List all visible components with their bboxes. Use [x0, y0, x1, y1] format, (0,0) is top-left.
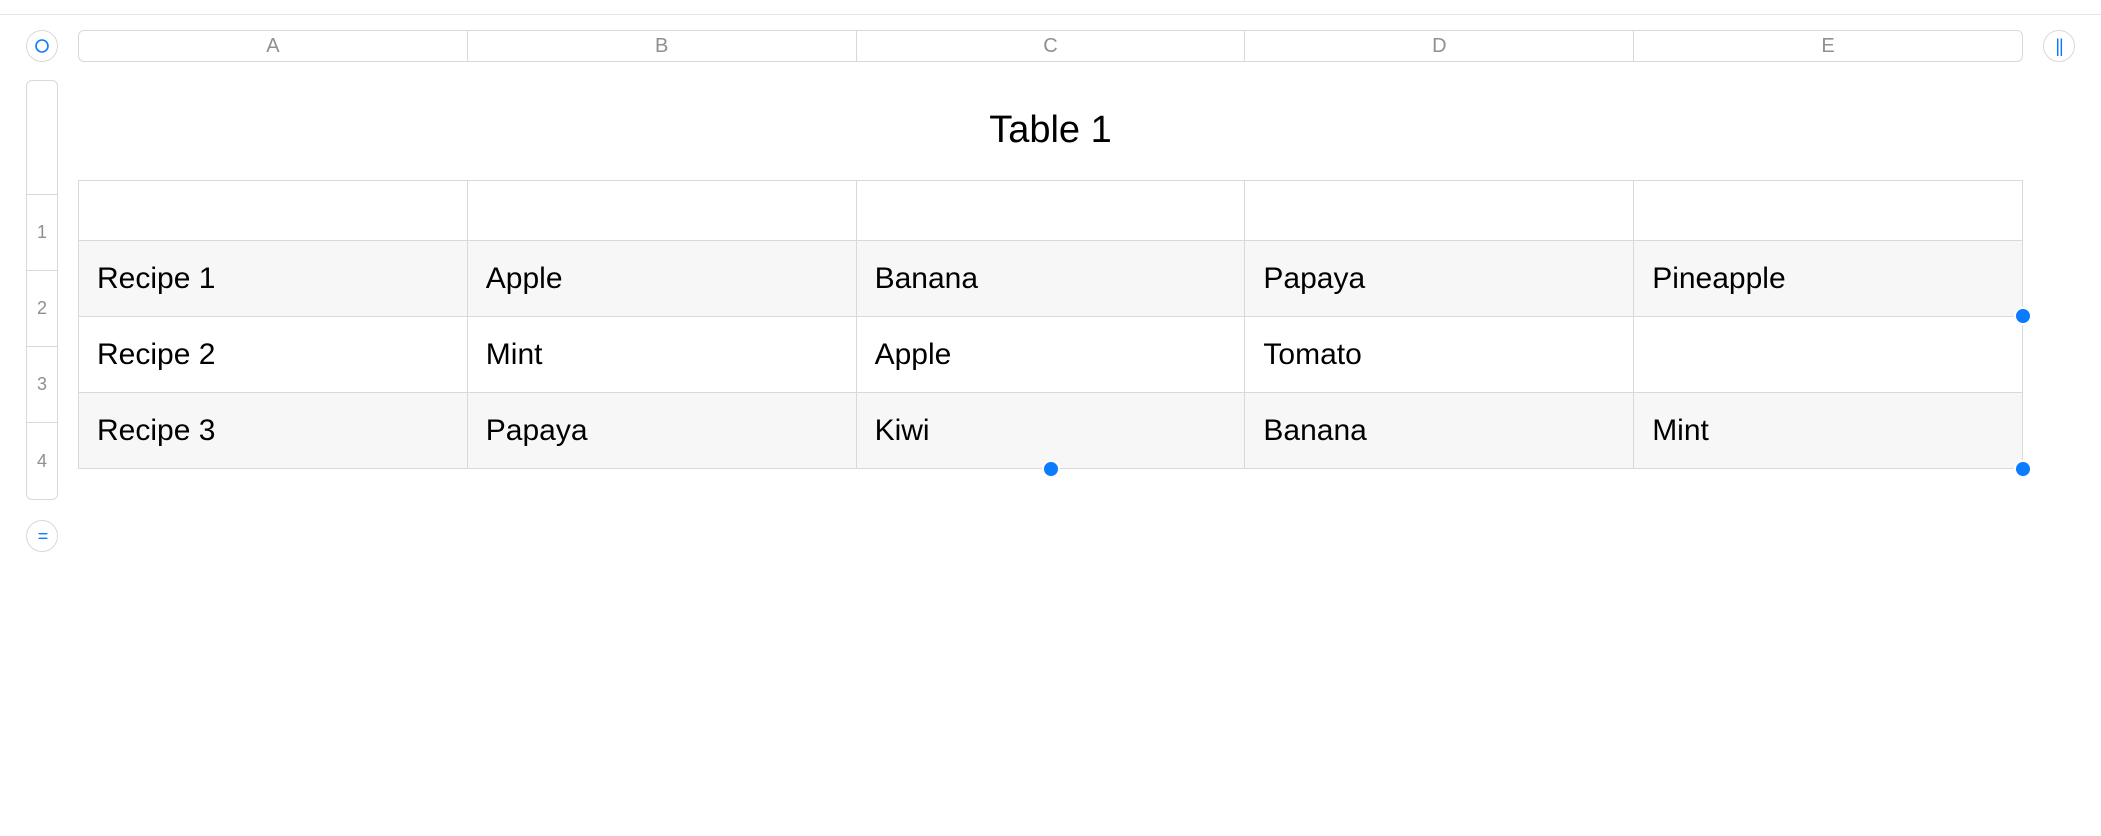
cell-b2[interactable]: Apple [467, 241, 856, 317]
column-header-d[interactable]: D [1245, 31, 1634, 61]
cell-c2[interactable]: Banana [856, 241, 1245, 317]
circle-icon [34, 38, 50, 54]
cell-a2[interactable]: Recipe 1 [79, 241, 468, 317]
row-headers[interactable]: 1 2 3 4 [26, 80, 58, 500]
row-header-2[interactable]: 2 [27, 271, 57, 347]
selection-handle-corner[interactable] [2016, 462, 2030, 476]
row-header-1[interactable]: 1 [27, 195, 57, 271]
cell-e1[interactable] [1634, 181, 2023, 241]
cell-b4[interactable]: Papaya [467, 393, 856, 469]
column-headers[interactable]: A B C D E [78, 30, 2023, 62]
column-header-e[interactable]: E [1634, 31, 2022, 61]
cell-c1[interactable] [856, 181, 1245, 241]
equals-icon: = [38, 526, 47, 547]
cell-d4[interactable]: Banana [1245, 393, 1634, 469]
row-header-3[interactable]: 3 [27, 347, 57, 423]
selection-handle-bottom[interactable] [1044, 462, 1058, 476]
table-row[interactable]: Recipe 3 Papaya Kiwi Banana Mint [79, 393, 2023, 469]
table-container: Table 1 Recipe 1 Apple Banana Papaya Pin… [78, 80, 2023, 469]
cell-b3[interactable]: Mint [467, 317, 856, 393]
table-row[interactable]: Recipe 1 Apple Banana Papaya Pineapple [79, 241, 2023, 317]
cell-d1[interactable] [1245, 181, 1634, 241]
cell-d2[interactable]: Papaya [1245, 241, 1634, 317]
column-header-a[interactable]: A [79, 31, 468, 61]
cell-c3[interactable]: Apple [856, 317, 1245, 393]
top-divider [0, 14, 2101, 15]
table-origin-button[interactable] [26, 30, 58, 62]
table-title[interactable]: Table 1 [78, 80, 2023, 180]
add-column-button[interactable]: || [2043, 30, 2075, 62]
cell-a4[interactable]: Recipe 3 [79, 393, 468, 469]
cell-a3[interactable]: Recipe 2 [79, 317, 468, 393]
row-header-4[interactable]: 4 [27, 423, 57, 499]
table-row[interactable] [79, 181, 2023, 241]
table-row[interactable]: Recipe 2 Mint Apple Tomato [79, 317, 2023, 393]
double-bar-icon: || [2055, 36, 2062, 57]
add-row-button[interactable]: = [26, 520, 58, 552]
row-header-blank [27, 81, 57, 195]
cell-a1[interactable] [79, 181, 468, 241]
column-header-b[interactable]: B [468, 31, 857, 61]
selection-handle-right[interactable] [2016, 309, 2030, 323]
cell-e3[interactable] [1634, 317, 2023, 393]
cell-c4[interactable]: Kiwi [856, 393, 1245, 469]
cell-e2[interactable]: Pineapple [1634, 241, 2023, 317]
cell-b1[interactable] [467, 181, 856, 241]
column-header-c[interactable]: C [857, 31, 1246, 61]
data-table[interactable]: Recipe 1 Apple Banana Papaya Pineapple R… [78, 180, 2023, 469]
cell-e4[interactable]: Mint [1634, 393, 2023, 469]
cell-d3[interactable]: Tomato [1245, 317, 1634, 393]
